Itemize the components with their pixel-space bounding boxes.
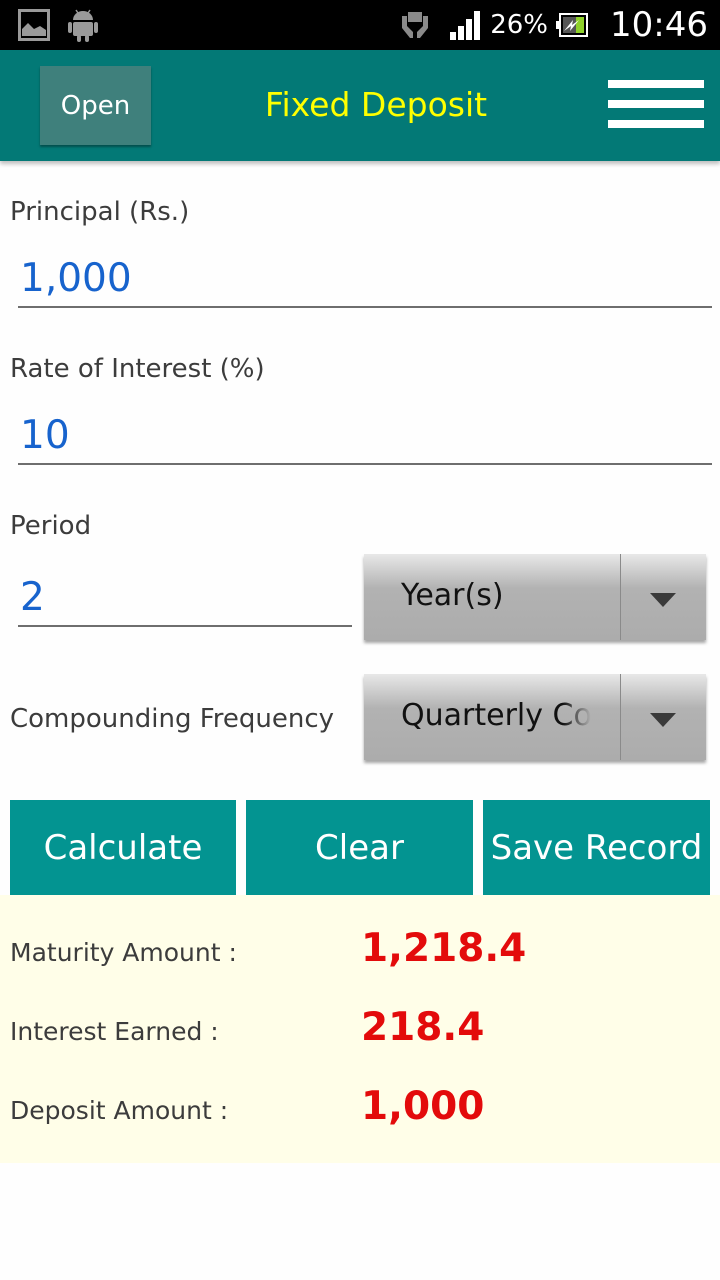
chevron-down-icon <box>650 593 676 607</box>
clock: 10:46 <box>610 5 708 45</box>
signal-icon <box>450 11 481 40</box>
vibrate-icon <box>402 12 429 38</box>
compounding-label: Compounding Frequency <box>10 704 335 734</box>
maturity-amount-value: 1,218.4 <box>361 926 527 971</box>
period-label: Period <box>10 511 92 541</box>
save-record-button[interactable]: Save Record <box>483 800 710 895</box>
period-unit-dropdown[interactable]: Year(s) <box>364 554 706 640</box>
battery-percent: 26% <box>490 10 549 40</box>
deposit-amount-label: Deposit Amount : <box>10 1096 229 1125</box>
hamburger-menu-icon[interactable] <box>606 80 706 132</box>
chevron-down-icon <box>650 713 676 727</box>
interest-earned-value: 218.4 <box>361 1005 485 1050</box>
clear-button[interactable]: Clear <box>246 800 473 895</box>
rate-input[interactable] <box>18 407 712 465</box>
android-icon <box>68 9 98 42</box>
results-panel: Maturity Amount : 1,218.4 Interest Earne… <box>0 895 720 1163</box>
interest-earned-label: Interest Earned : <box>10 1017 219 1046</box>
calculate-button[interactable]: Calculate <box>10 800 236 895</box>
page-title: Fixed Deposit <box>264 85 488 124</box>
app-bar: Open Fixed Deposit <box>0 50 720 161</box>
period-unit-selected: Year(s) <box>401 578 504 613</box>
deposit-amount-value: 1,000 <box>361 1084 485 1129</box>
status-bar: 26% 10:46 <box>0 0 720 50</box>
image-icon <box>18 9 50 41</box>
principal-input[interactable] <box>18 250 712 308</box>
principal-label: Principal (Rs.) <box>10 197 190 227</box>
dropdown-divider <box>620 674 621 760</box>
dropdown-divider <box>620 554 621 640</box>
maturity-amount-label: Maturity Amount : <box>10 938 237 967</box>
battery-charging-icon <box>556 13 589 37</box>
open-button[interactable]: Open <box>40 66 151 145</box>
compounding-selected: Quarterly Compounding <box>401 698 591 733</box>
rate-label: Rate of Interest (%) <box>10 354 265 384</box>
compounding-frequency-dropdown[interactable]: Quarterly Compounding <box>364 674 706 760</box>
period-input[interactable] <box>18 569 352 627</box>
